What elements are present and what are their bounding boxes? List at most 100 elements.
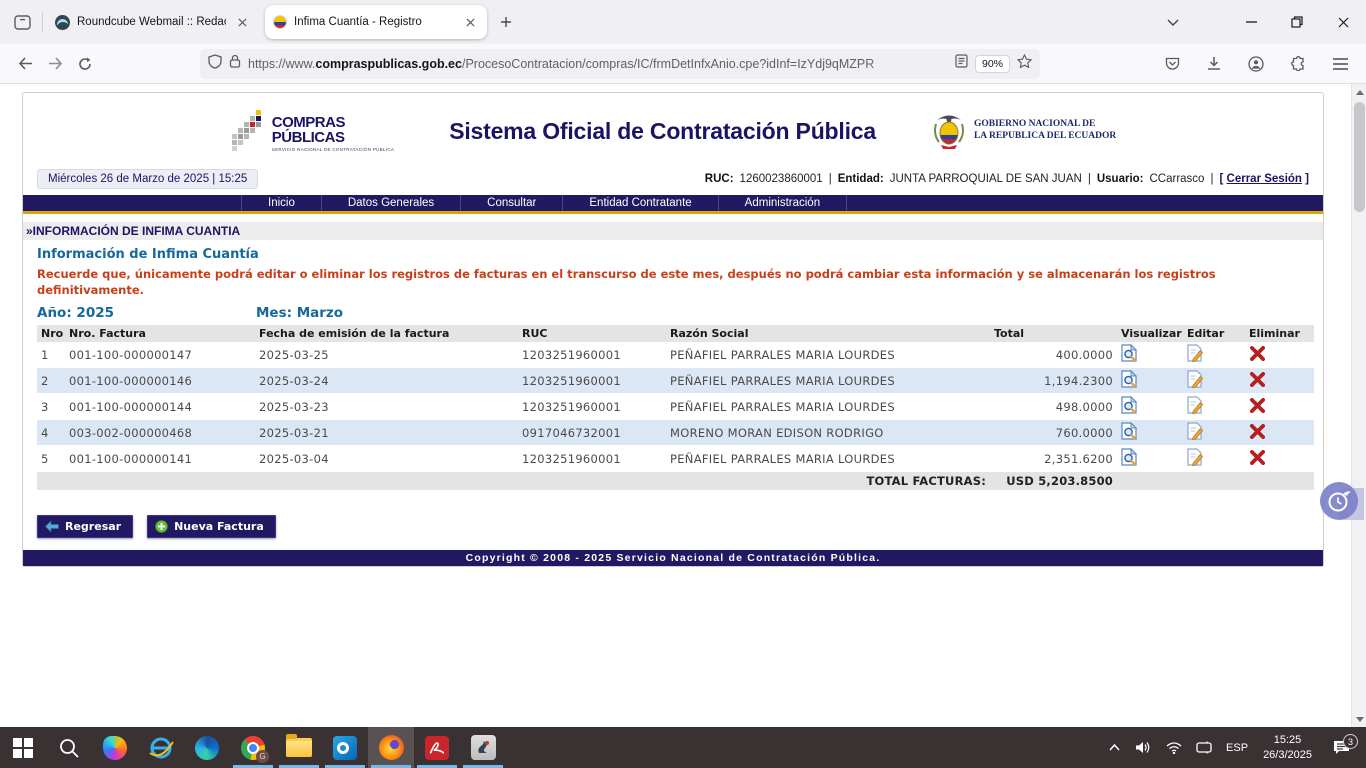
nav-item-entidad-contratante[interactable]: Entidad Contratante bbox=[562, 195, 717, 211]
taskbar-time: 15:25 bbox=[1263, 733, 1312, 748]
floating-clock-widget[interactable] bbox=[1320, 482, 1364, 526]
tab-close-icon[interactable] bbox=[233, 13, 251, 31]
site-header: COMPRAS PÚBLICAS SERVICIO NACIONAL DE CO… bbox=[23, 93, 1323, 169]
lock-icon[interactable] bbox=[229, 54, 241, 73]
back-icon[interactable] bbox=[10, 49, 40, 79]
wifi-icon[interactable] bbox=[1161, 742, 1187, 754]
outlook-icon[interactable] bbox=[322, 727, 368, 768]
view-icon[interactable] bbox=[1121, 455, 1138, 469]
screen: Roundcube Webmail :: Redactar Infima Cua… bbox=[0, 0, 1366, 768]
zoom-level-badge[interactable]: 90% bbox=[975, 55, 1010, 73]
logout-link[interactable]: [ Cerrar Sesión ] bbox=[1219, 173, 1309, 185]
entity-label: Entidad: bbox=[838, 173, 884, 185]
delete-icon[interactable] bbox=[1249, 402, 1266, 416]
firefox-view-icon[interactable] bbox=[6, 6, 38, 38]
nav-item-inicio[interactable]: Inicio bbox=[241, 195, 321, 211]
ecuador-favicon bbox=[273, 15, 287, 29]
java-app-icon[interactable] bbox=[460, 727, 506, 768]
session-row: Miércoles 26 de Marzo de 2025 | 15:25 RU… bbox=[23, 169, 1323, 195]
nav-item-administracion[interactable]: Administración bbox=[718, 195, 847, 211]
notification-count-badge: 3 bbox=[1343, 734, 1358, 749]
scrollbar-thumb[interactable] bbox=[1354, 102, 1365, 212]
downloads-icon[interactable] bbox=[1198, 49, 1230, 79]
col-razon-social: Razón Social bbox=[666, 325, 990, 342]
month-label: Mes: Marzo bbox=[256, 305, 343, 321]
tray-chevron-up-icon[interactable] bbox=[1101, 744, 1127, 751]
user-value: CCarrasco bbox=[1150, 173, 1205, 185]
minimize-button[interactable] bbox=[1228, 0, 1274, 44]
table-row: 1 001-100-000000147 2025-03-25 120325196… bbox=[37, 342, 1314, 368]
chrome-icon[interactable]: G bbox=[230, 727, 276, 768]
copilot-icon[interactable] bbox=[92, 727, 138, 768]
facturas-table: Nro Nro. Factura Fecha de emisión de la … bbox=[37, 325, 1314, 491]
start-button[interactable] bbox=[0, 727, 46, 768]
table-header-row: Nro Nro. Factura Fecha de emisión de la … bbox=[37, 325, 1314, 342]
delete-icon[interactable] bbox=[1249, 350, 1266, 364]
taskbar-clock[interactable]: 15:25 26/3/2025 bbox=[1257, 733, 1318, 763]
new-tab-button[interactable] bbox=[491, 7, 521, 37]
col-visualizar: Visualizar bbox=[1117, 325, 1183, 342]
taskbar-search-icon[interactable] bbox=[46, 727, 92, 768]
compras-publicas-logo: COMPRAS PÚBLICAS SERVICIO NACIONAL DE CO… bbox=[230, 110, 394, 152]
tab-close-icon[interactable] bbox=[461, 13, 479, 31]
pocket-icon[interactable] bbox=[1156, 49, 1188, 79]
restore-button[interactable] bbox=[1274, 0, 1320, 44]
list-tabs-button[interactable] bbox=[1156, 5, 1190, 39]
scrollbar[interactable] bbox=[1351, 84, 1366, 727]
firefox-icon[interactable] bbox=[368, 727, 414, 768]
section-title: Información de Infima Cuantía bbox=[37, 247, 1309, 262]
browser-toolbar: https://www.compraspublicas.gob.ec/Proce… bbox=[0, 44, 1366, 84]
edit-icon[interactable] bbox=[1187, 403, 1204, 417]
tab-title: Infima Cuantía - Registro bbox=[294, 16, 454, 28]
clock-icon[interactable] bbox=[1320, 482, 1358, 520]
account-icon[interactable] bbox=[1240, 49, 1272, 79]
table-row: 5 001-100-000000141 2025-03-04 120325196… bbox=[37, 446, 1314, 472]
datetime-box: Miércoles 26 de Marzo de 2025 | 15:25 bbox=[37, 169, 258, 189]
delete-icon[interactable] bbox=[1249, 376, 1266, 390]
tablet-mode-icon[interactable] bbox=[1191, 741, 1217, 754]
tab-roundcube[interactable]: Roundcube Webmail :: Redactar bbox=[47, 5, 259, 39]
file-explorer-icon[interactable] bbox=[276, 727, 322, 768]
regresar-button[interactable]: Regresar bbox=[37, 515, 133, 538]
shield-icon[interactable] bbox=[208, 54, 222, 74]
view-icon[interactable] bbox=[1121, 377, 1138, 391]
gov-text-line2: LA REPUBLICA DEL ECUADOR bbox=[974, 131, 1116, 143]
bookmark-star-icon[interactable] bbox=[1017, 54, 1032, 73]
col-nro: Nro bbox=[37, 325, 65, 342]
edit-icon[interactable] bbox=[1187, 429, 1204, 443]
volume-icon[interactable] bbox=[1131, 741, 1157, 754]
menu-hamburger-icon[interactable] bbox=[1324, 49, 1356, 79]
taskbar: G ESP 15:25 26/3/20 bbox=[0, 727, 1366, 768]
extensions-puzzle-icon[interactable] bbox=[1282, 49, 1314, 79]
edit-icon[interactable] bbox=[1187, 455, 1204, 469]
total-label: TOTAL FACTURAS: bbox=[666, 472, 990, 491]
close-window-button[interactable] bbox=[1320, 0, 1366, 44]
view-icon[interactable] bbox=[1121, 351, 1138, 365]
reader-view-icon[interactable] bbox=[955, 54, 968, 73]
taskbar-date: 26/3/2025 bbox=[1263, 748, 1312, 763]
url-bar[interactable]: https://www.compraspublicas.gob.ec/Proce… bbox=[200, 49, 1040, 79]
delete-icon[interactable] bbox=[1249, 428, 1266, 442]
nueva-factura-button[interactable]: Nueva Factura bbox=[147, 515, 276, 538]
breadcrumb: »INFORMACIÓN DE INFIMA CUANTIA bbox=[23, 222, 1323, 240]
nav-item-datos-generales[interactable]: Datos Generales bbox=[321, 195, 460, 211]
warning-text: Recuerde que, únicamente podrá editar o … bbox=[37, 266, 1267, 298]
edit-icon[interactable] bbox=[1187, 351, 1204, 365]
view-icon[interactable] bbox=[1121, 429, 1138, 443]
ruc-label: RUC: bbox=[705, 173, 734, 185]
acrobat-icon[interactable] bbox=[414, 727, 460, 768]
notification-center-icon[interactable]: 3 bbox=[1322, 740, 1360, 755]
scroll-up-icon[interactable] bbox=[1352, 84, 1366, 100]
tab-infima-cuantia[interactable]: Infima Cuantía - Registro bbox=[265, 5, 487, 39]
edge-icon[interactable] bbox=[184, 727, 230, 768]
forward-icon[interactable] bbox=[40, 49, 70, 79]
site-card: COMPRAS PÚBLICAS SERVICIO NACIONAL DE CO… bbox=[22, 92, 1324, 567]
language-indicator[interactable]: ESP bbox=[1221, 742, 1253, 754]
scroll-down-icon[interactable] bbox=[1352, 711, 1366, 727]
nav-item-consultar[interactable]: Consultar bbox=[460, 195, 562, 211]
view-icon[interactable] bbox=[1121, 403, 1138, 417]
reload-icon[interactable] bbox=[70, 49, 100, 79]
delete-icon[interactable] bbox=[1249, 454, 1266, 468]
internet-explorer-icon[interactable] bbox=[138, 727, 184, 768]
edit-icon[interactable] bbox=[1187, 377, 1204, 391]
